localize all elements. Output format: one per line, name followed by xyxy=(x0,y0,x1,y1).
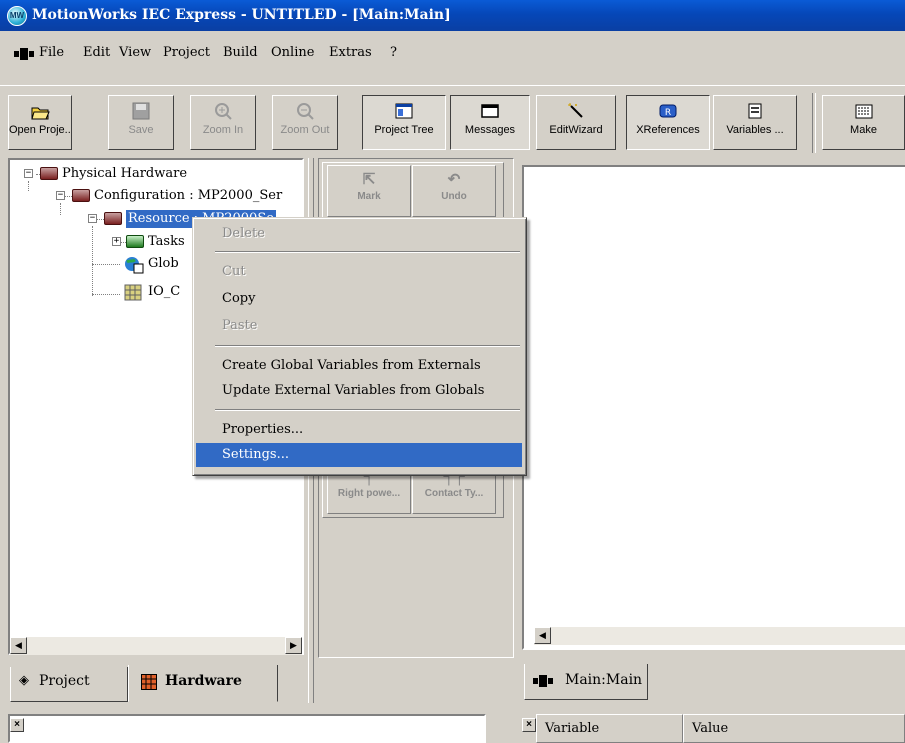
messages-button[interactable]: Messages xyxy=(450,95,530,150)
scroll-left-arrow-icon[interactable]: ◀ xyxy=(10,637,27,654)
tree-item-physical-hardware[interactable]: Physical Hardware xyxy=(62,165,187,183)
hardware-folder-icon xyxy=(40,167,58,180)
make-icon xyxy=(854,102,874,122)
menu-item-create-global-variables[interactable]: Create Global Variables from Externals xyxy=(196,354,522,378)
zoom-out-icon xyxy=(295,102,315,122)
app-logo-icon[interactable]: MW xyxy=(7,6,27,26)
menu-item-paste[interactable]: Paste xyxy=(196,314,522,338)
scroll-left-arrow-icon[interactable]: ◀ xyxy=(534,627,551,644)
mark-tool-button[interactable]: ⇱ Mark xyxy=(327,165,411,217)
menu-separator xyxy=(215,251,520,253)
tree-item-global-variables[interactable]: Glob xyxy=(148,255,179,273)
project-tree-icon xyxy=(394,102,414,122)
menu-help[interactable]: ? xyxy=(390,45,397,60)
close-panel-icon[interactable]: × xyxy=(522,718,536,732)
collapse-toggle-icon[interactable]: − xyxy=(56,191,65,200)
wand-icon xyxy=(566,102,586,122)
svg-text:R: R xyxy=(665,108,671,118)
tree-line xyxy=(92,294,120,295)
variables-watch-panel: × Variable Value xyxy=(522,714,905,743)
menu-file[interactable]: File xyxy=(39,45,64,60)
expand-toggle-icon[interactable]: + xyxy=(112,237,121,246)
menu-separator xyxy=(215,345,520,347)
global-variables-icon xyxy=(125,257,144,274)
menu-item-properties[interactable]: Properties... xyxy=(196,418,522,442)
editor-canvas[interactable] xyxy=(522,165,905,650)
io-configuration-icon xyxy=(124,284,142,301)
open-project-button[interactable]: Open Proje... xyxy=(8,95,72,150)
tree-horizontal-scrollbar[interactable]: ◀ ▶ xyxy=(10,637,302,655)
menu-project[interactable]: Project xyxy=(163,45,210,60)
configuration-folder-icon xyxy=(72,189,90,202)
tab-project[interactable]: ◈ Project xyxy=(10,667,128,702)
xreferences-button[interactable]: R XReferences xyxy=(626,95,710,150)
collapse-toggle-icon[interactable]: − xyxy=(24,169,33,178)
scroll-right-arrow-icon[interactable]: ▶ xyxy=(285,637,302,654)
tab-hardware[interactable]: Hardware xyxy=(128,665,278,702)
make-button[interactable]: Make xyxy=(822,95,905,150)
context-menu: Delete Cut Copy Paste Create Global Vari… xyxy=(192,217,527,476)
open-folder-icon xyxy=(30,102,50,122)
menu-item-cut[interactable]: Cut xyxy=(196,260,522,284)
tree-line xyxy=(60,203,61,215)
column-variable[interactable]: Variable xyxy=(536,714,683,743)
variables-button[interactable]: Variables ... xyxy=(713,95,797,150)
editwizard-button[interactable]: EditWizard xyxy=(536,95,616,150)
menu-item-copy[interactable]: Copy xyxy=(196,287,522,311)
menu-build[interactable]: Build xyxy=(223,45,258,60)
project-icon: ◈ xyxy=(19,673,29,688)
resource-folder-icon xyxy=(104,212,122,225)
menu-extras[interactable]: Extras xyxy=(329,45,372,60)
zoom-in-icon xyxy=(213,102,233,122)
xreferences-icon: R xyxy=(658,102,678,122)
collapse-toggle-icon[interactable]: − xyxy=(88,214,97,223)
tree-item-tasks[interactable]: Tasks xyxy=(148,233,185,251)
save-icon xyxy=(131,102,151,122)
menu-edit[interactable]: Edit xyxy=(83,45,110,60)
menu-separator xyxy=(215,409,520,411)
project-tree-button[interactable]: Project Tree xyxy=(362,95,446,150)
window-title: MotionWorks IEC Express - UNTITLED - [Ma… xyxy=(32,7,451,23)
tree-line xyxy=(92,226,93,296)
mdi-document-icon[interactable] xyxy=(14,48,34,60)
close-panel-icon[interactable]: × xyxy=(10,718,24,732)
toolbar-separator xyxy=(812,93,816,153)
cursor-arrow-icon: ⇱ xyxy=(362,171,376,188)
title-bar[interactable]: MW MotionWorks IEC Express - UNTITLED - … xyxy=(0,0,905,31)
menu-item-update-external-variables[interactable]: Update External Variables from Globals xyxy=(196,379,522,403)
tasks-folder-icon xyxy=(126,235,144,248)
undo-tool-button[interactable]: ↶ Undo xyxy=(412,165,496,217)
message-output-panel[interactable] xyxy=(8,714,486,743)
menu-online[interactable]: Online xyxy=(271,45,314,60)
zoom-in-button[interactable]: Zoom In xyxy=(190,95,256,150)
variables-icon xyxy=(745,102,765,122)
tree-line xyxy=(28,181,29,191)
menu-item-settings[interactable]: Settings... xyxy=(196,443,522,467)
editor-horizontal-scrollbar[interactable]: ◀ xyxy=(534,627,905,645)
tree-item-configuration[interactable]: Configuration : MP2000_Ser xyxy=(94,187,282,205)
undo-icon: ↶ xyxy=(447,171,461,188)
tree-line xyxy=(92,264,120,265)
tab-main-main[interactable]: Main:Main xyxy=(524,664,648,700)
zoom-out-button[interactable]: Zoom Out xyxy=(272,95,338,150)
menu-view[interactable]: View xyxy=(119,45,151,60)
hardware-icon xyxy=(141,674,157,690)
menu-item-delete[interactable]: Delete xyxy=(196,222,522,246)
document-icon xyxy=(533,675,553,687)
messages-icon xyxy=(480,102,500,122)
save-button[interactable]: Save xyxy=(108,95,174,150)
column-value[interactable]: Value xyxy=(683,714,905,743)
menu-bar: File Edit View Project Build Online Extr… xyxy=(0,42,905,66)
tree-item-io-configuration[interactable]: IO_C xyxy=(148,283,180,301)
